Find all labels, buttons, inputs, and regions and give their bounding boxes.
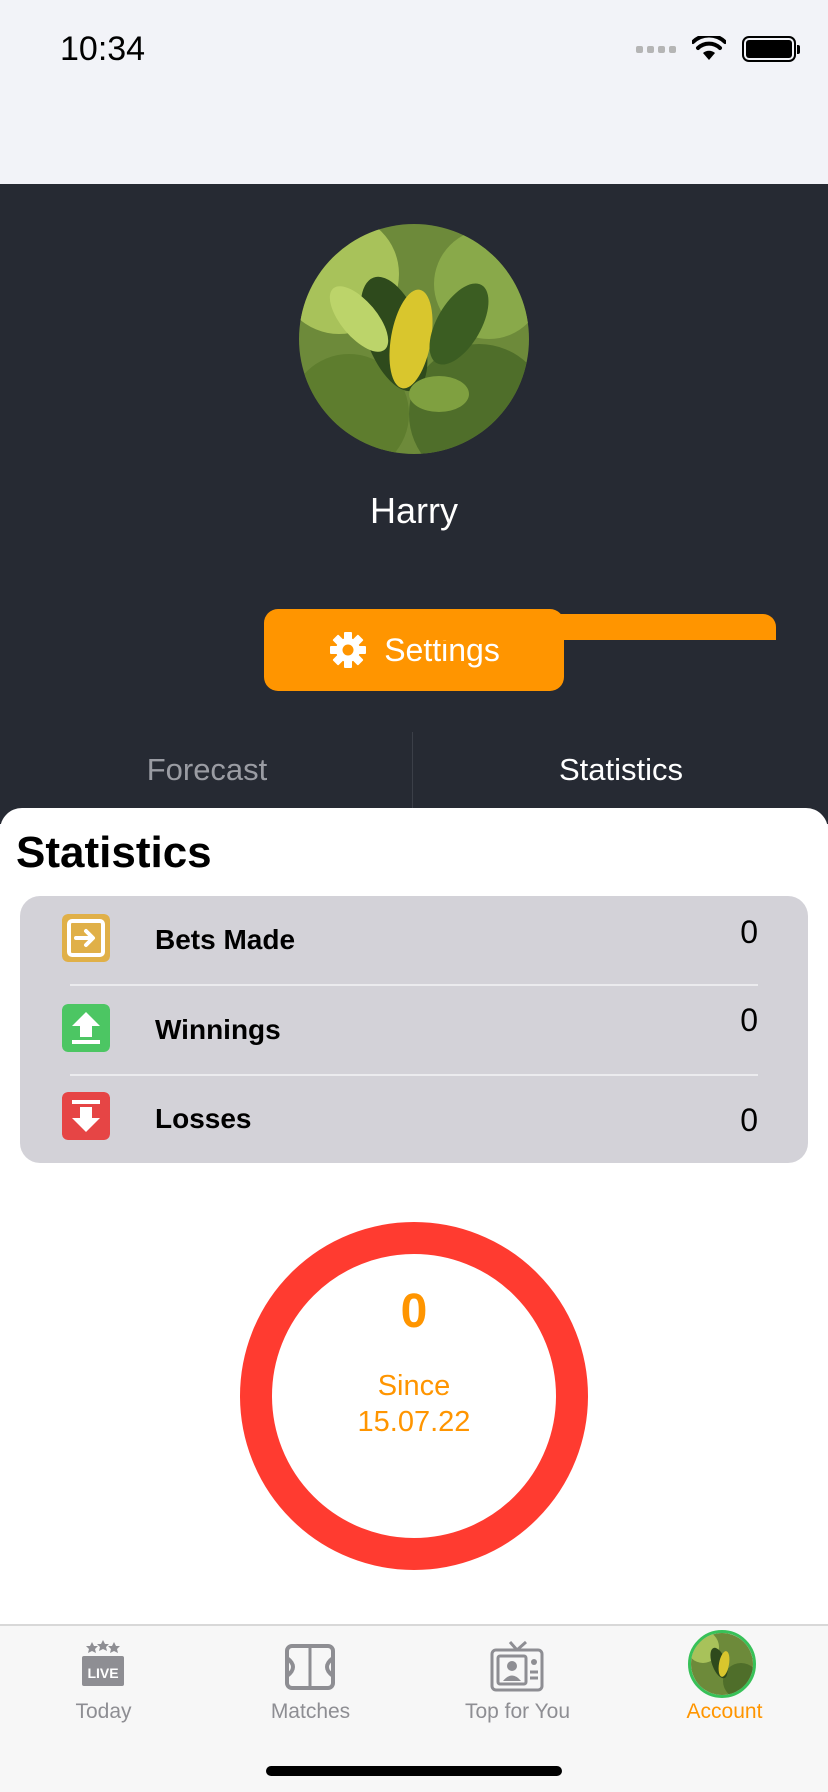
tabbar-today[interactable]: LIVE Today	[0, 1626, 207, 1746]
stat-label: Bets Made	[155, 924, 296, 955]
profile-avatar[interactable]	[299, 224, 529, 454]
svg-text:LIVE: LIVE	[87, 1665, 118, 1681]
download-arrow-icon	[62, 1092, 110, 1140]
wifi-icon	[692, 36, 726, 60]
tabbar-label: Account	[686, 1700, 763, 1723]
tabbar-label: Matches	[270, 1700, 351, 1723]
stat-row-winnings: Winnings 0	[20, 986, 808, 1076]
enter-icon	[62, 914, 110, 962]
upload-arrow-icon	[62, 1004, 110, 1052]
stat-label: Losses	[155, 1103, 252, 1134]
account-avatar	[688, 1630, 756, 1698]
stats-card: Bets Made 0 Winnings 0 Losses 0	[20, 896, 808, 1163]
status-icons	[636, 36, 800, 62]
tabbar-label: Today	[75, 1700, 132, 1723]
statistics-title: Statistics	[16, 828, 212, 877]
since-label: Since	[377, 1370, 451, 1402]
ring-value: 0	[400, 1285, 428, 1338]
stat-value: 0	[740, 914, 758, 950]
statistics-panel: Statistics Bets Made 0 Winnings 0 Losses…	[0, 808, 828, 1624]
status-time: 10:34	[60, 30, 146, 68]
gear-icon	[330, 632, 367, 668]
tabbar-matches[interactable]: Matches	[207, 1626, 414, 1746]
since-date: 15.07.22	[357, 1406, 471, 1438]
stat-row-losses: Losses 0	[20, 1076, 808, 1166]
tab-statistics[interactable]: Statistics	[414, 732, 828, 812]
ring-since: Since 15.07.22	[238, 1368, 590, 1440]
stat-value: 0	[740, 1002, 758, 1038]
tab-forecast[interactable]: Forecast	[0, 732, 414, 812]
home-indicator	[266, 1766, 562, 1776]
live-tv-icon: LIVE	[82, 1640, 124, 1686]
profile-name: Harry	[370, 490, 458, 531]
status-bar: 10:34	[0, 0, 828, 184]
tabbar-top-for-you[interactable]: Top for You	[414, 1626, 621, 1746]
profile-header: Harry Settings Forecast Statistics	[0, 184, 828, 824]
tab-active-indicator	[416, 614, 776, 640]
stat-label: Winnings	[155, 1014, 281, 1045]
tabbar-account[interactable]: Account	[621, 1626, 828, 1746]
signal-icon	[636, 45, 676, 53]
stat-row-bets-made: Bets Made 0	[20, 896, 808, 986]
tab-divider	[412, 732, 413, 808]
pitch-icon	[285, 1644, 335, 1690]
retro-tv-icon	[490, 1640, 544, 1692]
battery-icon	[742, 36, 800, 62]
stat-value: 0	[740, 1102, 758, 1138]
tabbar-label: Top for You	[464, 1700, 571, 1723]
